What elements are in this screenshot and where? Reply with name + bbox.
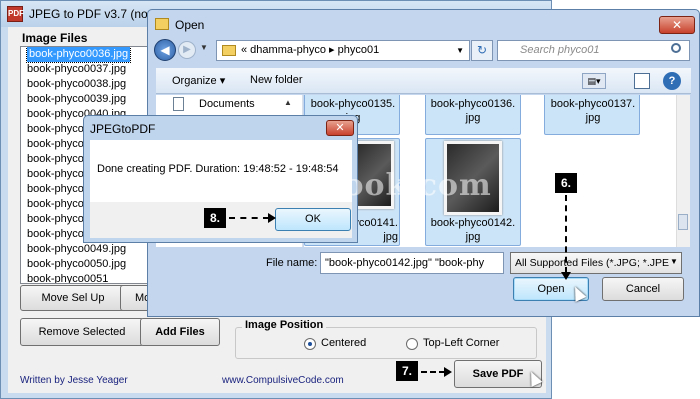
list-item[interactable]: book-phyco0038.jpg — [27, 77, 126, 92]
file-tile-label: book-phyco0136. jpg — [430, 98, 516, 124]
step-7-arrow-line — [421, 371, 445, 373]
centered-radio-label[interactable]: Centered — [321, 337, 366, 349]
file-tile-label: book-phyco0137. jpg — [550, 98, 636, 124]
app-title: JPEG to PDF v3.7 (now s — [29, 7, 166, 21]
top-left-corner-radio-label[interactable]: Top-Left Corner — [423, 337, 499, 349]
top-left-corner-radio[interactable] — [406, 338, 418, 350]
author-credit: Written by Jesse Yeager — [20, 375, 128, 386]
centered-radio[interactable] — [304, 338, 316, 350]
address-bar[interactable]: « dhamma-phyco ▸ phyco01 ▼ — [216, 40, 470, 61]
file-pane-scroll-thumb[interactable] — [678, 214, 688, 230]
step-7-arrowhead-icon — [444, 367, 452, 377]
app-pdf-icon: PDF — [7, 6, 24, 22]
list-item[interactable]: book-phyco0050.jpg — [27, 257, 126, 272]
step-6-arrow-line — [565, 195, 567, 273]
step-8-arrowhead-icon — [268, 213, 276, 223]
command-bar — [156, 68, 691, 94]
step-6-badge: 6. — [555, 173, 577, 193]
list-item-selected[interactable]: book-phyco0036.jpg — [25, 47, 132, 63]
forward-arrow-icon[interactable]: ▶ — [178, 41, 196, 59]
search-icon — [671, 43, 681, 53]
address-dropdown-icon[interactable]: ▼ — [456, 41, 464, 60]
address-path[interactable]: « dhamma-phyco ▸ phyco01 — [241, 41, 379, 60]
list-item[interactable]: book-phyco0051 — [27, 272, 108, 283]
file-name-input[interactable]: "book-phyco0142.jpg" "book-phy — [320, 252, 504, 274]
change-view-icon[interactable]: ▤▾ — [582, 73, 606, 89]
image-files-label: Image Files — [22, 31, 88, 45]
image-position-label: Image Position — [242, 319, 327, 331]
file-name-label: File name: — [266, 257, 318, 269]
organize-menu-button[interactable]: Organize ▾ — [172, 74, 225, 87]
remove-selected-button[interactable]: Remove Selected — [20, 318, 144, 346]
move-selected-up-button[interactable]: Move Sel Up — [20, 285, 126, 311]
file-tile-label: book-phyco0142. jpg — [430, 217, 516, 243]
step-8-arrow-line — [229, 217, 269, 219]
new-folder-button[interactable]: New folder — [250, 74, 303, 86]
open-dialog-titlebar[interactable]: Open ✕ — [148, 10, 699, 38]
folder-icon — [155, 18, 169, 30]
nav-item-documents[interactable]: Documents — [199, 98, 255, 110]
nav-scroll-up-icon[interactable]: ▲ — [284, 98, 292, 107]
file-type-chevron-down-icon[interactable]: ▼ — [670, 257, 678, 266]
ok-button[interactable]: OK — [275, 208, 351, 231]
open-dialog-close-button[interactable]: ✕ — [659, 16, 695, 34]
list-item[interactable]: book-phyco0037.jpg — [27, 62, 126, 77]
message-box-close-button[interactable]: ✕ — [326, 120, 354, 136]
recent-locations-chevron-icon[interactable]: ▼ — [200, 43, 208, 52]
add-files-button[interactable]: Add Files — [140, 318, 220, 346]
help-icon[interactable]: ? — [663, 72, 681, 90]
open-dialog-title: Open — [175, 18, 205, 32]
list-item[interactable]: book-phyco0049.jpg — [27, 242, 126, 257]
step-8-badge: 8. — [204, 208, 226, 228]
refresh-icon[interactable]: ↻ — [471, 40, 493, 61]
address-folder-icon — [222, 45, 236, 56]
preview-pane-icon[interactable] — [634, 73, 650, 89]
search-input[interactable]: Search phyco01 — [497, 40, 690, 61]
step-6-arrowhead-icon — [561, 272, 571, 280]
website-link[interactable]: www.CompulsiveCode.com — [222, 375, 344, 386]
file-type-select[interactable]: All Supported Files (*.JPG; *.JPE — [510, 252, 682, 274]
back-arrow-icon[interactable]: ◀ — [154, 39, 176, 61]
list-item[interactable]: book-phyco0039.jpg — [27, 92, 126, 107]
message-box-title: JPEGtoPDF — [90, 122, 156, 136]
cancel-button[interactable]: Cancel — [602, 277, 684, 301]
step-7-badge: 7. — [396, 361, 418, 381]
documents-icon — [173, 97, 184, 111]
watermark: siamebook.com — [218, 168, 492, 203]
